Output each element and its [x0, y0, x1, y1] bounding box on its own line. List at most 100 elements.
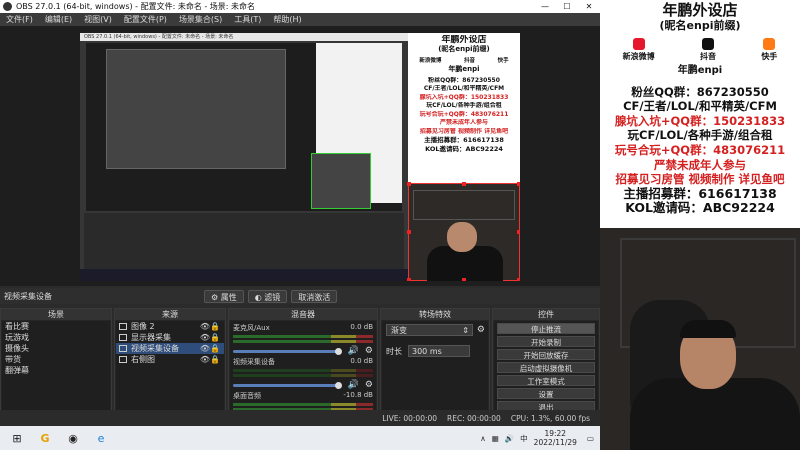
kuaishou-label: 快手 [497, 57, 509, 64]
resize-handle[interactable] [462, 278, 466, 281]
chevron-icon: ⇕ [462, 326, 469, 335]
eye-lock-icons[interactable]: 👁🔒 [200, 343, 220, 354]
sources-header: 来源 [115, 309, 225, 320]
source-item[interactable]: 显示器采集 👁🔒 [116, 332, 224, 343]
right-panel: 年鹏外设店 (昵名enpi前缀) 新浪微博 抖音 快手 年鹏enpi 粉丝QQ群… [600, 0, 800, 450]
weibo-label: 新浪微博 [622, 52, 655, 61]
maximize-button[interactable]: ☐ [556, 2, 578, 11]
poster-subtitle: (昵名enpi前缀) [438, 45, 490, 53]
eye-lock-icons[interactable]: 👁🔒 [200, 321, 220, 332]
scene-item[interactable]: 玩游戏 [2, 332, 110, 343]
slider-knob[interactable] [334, 381, 342, 389]
source-item[interactable]: 右侧图 👁🔒 [116, 354, 224, 365]
menu-tools[interactable]: 工具(T) [234, 14, 261, 25]
poster-line: 玩CF/LOL/各种手游/组合租 [426, 102, 502, 109]
menu-scene-collection[interactable]: 场景集合(S) [179, 14, 222, 25]
virtual-camera-button[interactable]: 启动虚拟摄像机 [497, 362, 595, 373]
poster-line: 严禁未成年人参与 [654, 157, 746, 172]
channel-name: 视频采集设备 [233, 358, 275, 366]
gear-icon[interactable]: ⚙ [365, 380, 373, 390]
gear-icon[interactable]: ⚙ [477, 325, 485, 335]
duration-input[interactable]: 300 ms [408, 345, 470, 357]
scene-item[interactable]: 翻弹幕 [2, 365, 110, 376]
title-bar: OBS 27.0.1 (64-bit, windows) - 配置文件: 未命名… [0, 0, 600, 13]
poster-line: CF/王者/LOL/和平精英/CFM [423, 85, 505, 92]
duration-label: 时长 [386, 346, 402, 356]
douyin-label: 抖音 [699, 52, 716, 61]
cpu-status: CPU: 1.3%, 60.00 fps [510, 413, 590, 423]
volume-slider[interactable] [233, 349, 339, 353]
webcam-source-selected[interactable] [407, 182, 520, 281]
transitions-body: 渐变 ⇕ ⚙ 时长 300 ms [382, 321, 488, 410]
eye-lock-icons[interactable]: 👁🔒 [200, 332, 220, 343]
resize-handle[interactable] [407, 230, 411, 234]
menu-help[interactable]: 帮助(H) [273, 14, 301, 25]
source-item[interactable]: 图像 2 👁🔒 [116, 321, 224, 332]
poster-line: 粉丝QQ群：867230550 [428, 76, 500, 84]
status-bar: LIVE: 00:00:00 REC: 00:00:00 CPU: 1.3%, … [0, 410, 600, 426]
scene-item[interactable]: 带货 [2, 354, 110, 365]
source-item-selected[interactable]: 视频采集设备 👁🔒 [116, 343, 224, 354]
settings-button[interactable]: 设置 [497, 388, 595, 399]
douyin-icon [701, 38, 714, 50]
filters-button[interactable]: ◐ 滤镜 [247, 289, 288, 303]
chrome-icon[interactable]: G [34, 429, 56, 447]
menu-edit[interactable]: 编辑(E) [45, 14, 72, 25]
notification-icon[interactable]: ▭ [587, 434, 594, 443]
channel-name: 麦克风/Aux [233, 324, 270, 332]
slider-knob[interactable] [334, 347, 342, 355]
resize-handle[interactable] [407, 182, 411, 186]
monitor-icon [119, 334, 127, 341]
eye-lock-icons[interactable]: 👁🔒 [200, 354, 220, 365]
scene-item[interactable]: 看比赛 [2, 321, 110, 332]
scenes-header: 场景 [1, 309, 111, 320]
poster-line: 粉丝QQ群：867230550 [631, 84, 769, 99]
poster-line: 玩号合玩+QQ群：483076211 [419, 110, 509, 118]
network-icon[interactable]: ▦ [492, 434, 499, 443]
minimize-button[interactable]: — [534, 2, 556, 11]
windows-icon[interactable]: ⊞ [6, 429, 28, 447]
transitions-header: 转场特效 [381, 309, 489, 320]
person-face [447, 222, 477, 252]
poster-line: 严禁未成年人参与 [439, 119, 488, 126]
replay-buffer-button[interactable]: 开始回放缓存 [497, 349, 595, 360]
gear-icon[interactable]: ⚙ [365, 346, 373, 356]
weibo-label: 新浪微博 [419, 57, 442, 64]
volume-icon[interactable]: 🔊 [505, 434, 514, 443]
preview-canvas[interactable]: OBS 27.0.1 (64-bit, windows) - 配置文件: 未命名… [80, 33, 520, 281]
camera-icon [119, 345, 127, 352]
resize-handle[interactable] [462, 182, 466, 186]
nested-taskbar [80, 269, 408, 281]
clock[interactable]: 19:22 2022/11/29 [534, 429, 577, 447]
obs-icon[interactable]: ◉ [62, 429, 84, 447]
close-button[interactable]: ✕ [578, 2, 600, 11]
poster-line: 招募见习房管 视频制作 详见鱼吧 [615, 172, 785, 187]
resize-handle[interactable] [517, 278, 520, 281]
kuaishou-label: 快手 [761, 52, 778, 61]
controls-header: 控件 [493, 309, 599, 320]
deactivate-button[interactable]: 取消激活 [291, 289, 338, 303]
volume-slider[interactable] [233, 383, 339, 387]
speaker-icon[interactable]: 🔊 [348, 346, 359, 356]
edge-icon[interactable]: e [90, 429, 112, 447]
language-indicator[interactable]: 中 [520, 433, 528, 444]
studio-mode-button[interactable]: 工作室模式 [497, 375, 595, 386]
resize-handle[interactable] [517, 230, 520, 234]
resize-handle[interactable] [407, 278, 411, 281]
transition-select[interactable]: 渐变 ⇕ [386, 324, 473, 336]
resize-handle[interactable] [517, 182, 520, 186]
start-recording-button[interactable]: 开始录制 [497, 336, 595, 347]
scene-item[interactable]: 摄像头 [2, 343, 110, 354]
channel-name: 桌面音频 [233, 392, 261, 400]
speaker-icon[interactable]: 🔊 [348, 380, 359, 390]
properties-button[interactable]: ⚙ 属性 [204, 289, 244, 303]
obs-window: OBS 27.0.1 (64-bit, windows) - 配置文件: 未命名… [0, 0, 600, 426]
obs-logo-icon [3, 2, 12, 11]
stop-streaming-button[interactable]: 停止推流 [497, 323, 595, 334]
channel-db: -10.8 dB [343, 391, 373, 399]
menu-view[interactable]: 视图(V) [84, 14, 112, 25]
tray-up-icon[interactable]: ∧ [480, 434, 486, 443]
volume-meter [233, 340, 373, 343]
menu-file[interactable]: 文件(F) [6, 14, 33, 25]
menu-profile[interactable]: 配置文件(P) [124, 14, 167, 25]
